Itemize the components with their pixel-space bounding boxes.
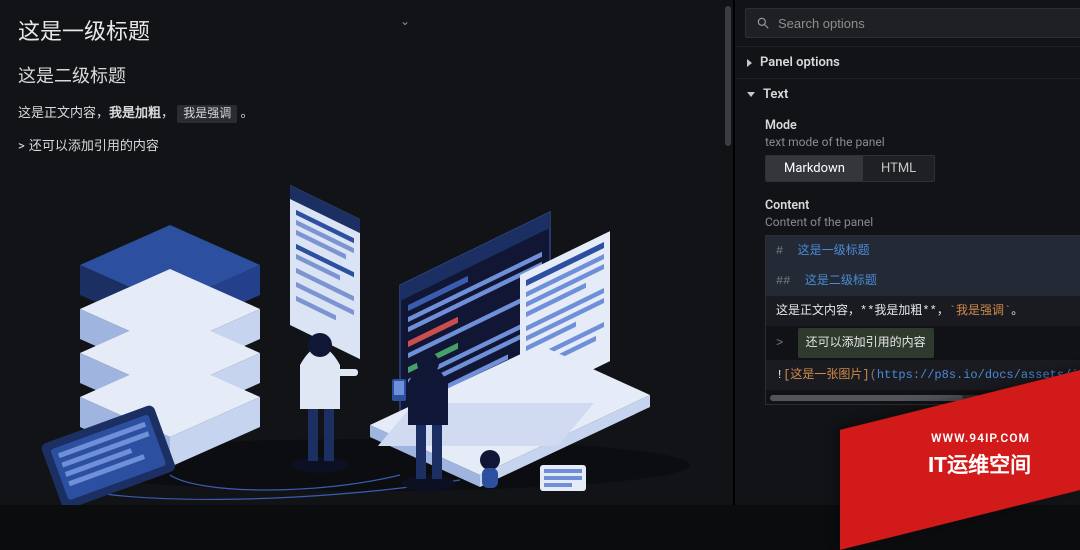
section-text-body: Mode text mode of the panel Markdown HTM… (735, 110, 1080, 417)
preview-quote-marker: > (18, 139, 25, 154)
panel-menu-chevron-icon[interactable]: ⌄ (400, 14, 410, 28)
search-container (735, 0, 1080, 46)
code-line-3: 这是正文内容，**我是加粗**，`我是强调`。 (766, 296, 1080, 326)
preview-body: 这是正文内容，我是加粗， 我是强调 。 (18, 102, 715, 121)
search-field[interactable] (745, 8, 1080, 38)
preview-body-sep: ， (161, 106, 174, 121)
content-label: Content (765, 198, 1080, 213)
preview-body-prefix: 这是正文内容， (18, 106, 109, 121)
watermark-line2: IT运维空间 (928, 449, 1031, 479)
preview-pane: ⌄ 这是一级标题 这是二级标题 这是正文内容，我是加粗， 我是强调 。 > 还可以… (0, 0, 734, 505)
search-input[interactable] (778, 16, 1080, 31)
preview-quote-text: 还可以添加引用的内容 (29, 139, 159, 154)
chevron-right-icon (747, 59, 752, 67)
mode-toggle: Markdown HTML (765, 155, 935, 182)
mode-desc: text mode of the panel (765, 135, 1080, 149)
preview-body-suffix: 。 (237, 106, 253, 121)
mode-option-html[interactable]: HTML (863, 156, 934, 181)
illustration-image (0, 145, 734, 505)
mode-label: Mode (765, 118, 1080, 133)
section-text[interactable]: Text (735, 78, 1080, 110)
code-line-1: # 这是一级标题 (766, 236, 1080, 266)
chevron-down-icon (747, 92, 755, 97)
code-line-4: > 还可以添加引用的内容 (766, 326, 1080, 360)
search-icon (756, 16, 770, 30)
mode-option-markdown[interactable]: Markdown (766, 156, 863, 181)
preview-quote: > 还可以添加引用的内容 (18, 135, 715, 154)
preview-body-bold: 我是加粗 (109, 106, 161, 121)
preview-h2: 这是二级标题 (18, 62, 715, 88)
section-label-text: Text (763, 87, 788, 102)
content-desc: Content of the panel (765, 215, 1080, 229)
preview-scrollbar[interactable] (725, 6, 731, 146)
content-editor[interactable]: # 这是一级标题 ## 这是二级标题 这是正文内容，**我是加粗**，`我是强调… (765, 235, 1080, 405)
preview-body-code: 我是强调 (177, 105, 237, 123)
watermark-line1: WWW.94IP.COM (931, 431, 1030, 445)
section-panel-options[interactable]: Panel options (735, 46, 1080, 78)
preview-h1: 这是一级标题 (18, 14, 715, 46)
section-label-panel-options: Panel options (760, 55, 840, 70)
code-line-2: ## 这是二级标题 (766, 266, 1080, 296)
preview-content: 这是一级标题 这是二级标题 这是正文内容，我是加粗， 我是强调 。 > 还可以添加… (0, 0, 733, 154)
editor-scrollbar-thumb[interactable] (770, 395, 963, 401)
